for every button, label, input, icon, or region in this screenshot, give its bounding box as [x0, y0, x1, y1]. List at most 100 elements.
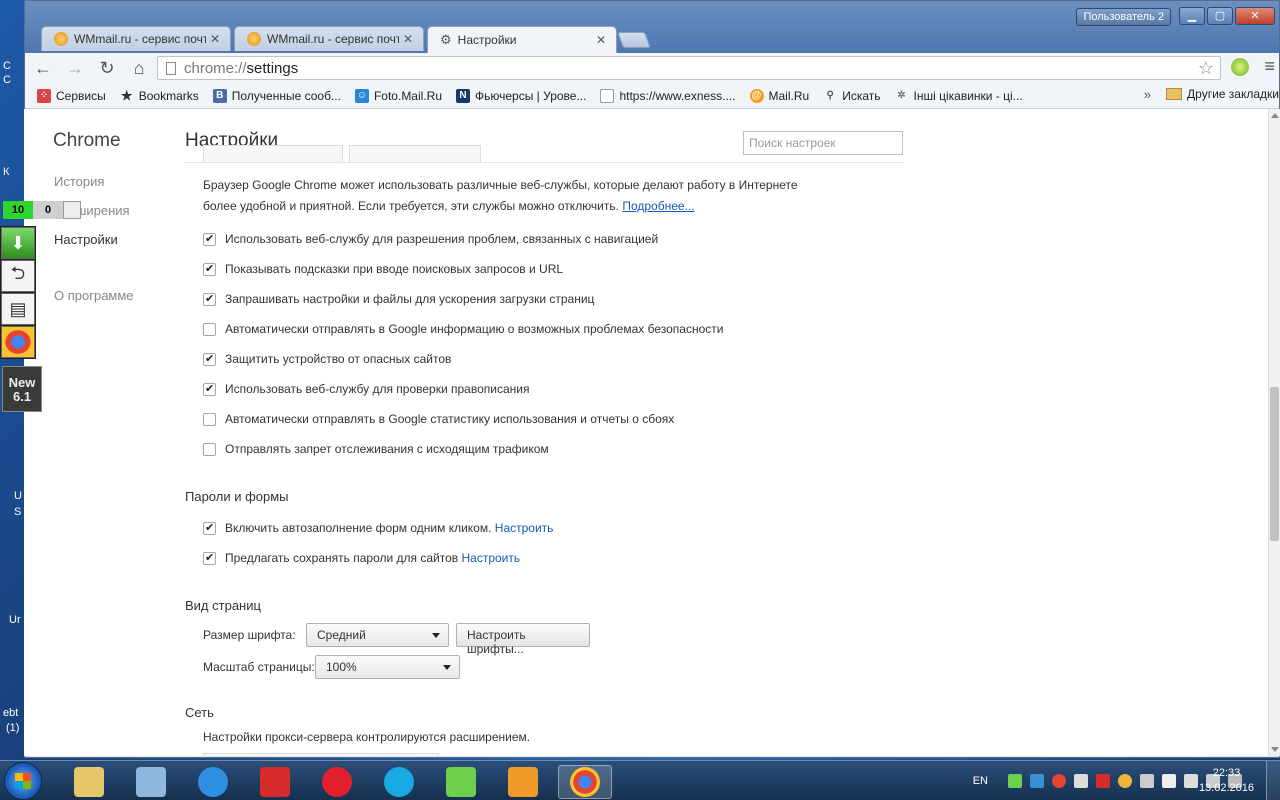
proxy-settings-button[interactable]	[203, 753, 439, 756]
display-icon[interactable]	[1074, 774, 1088, 788]
checkbox[interactable]	[203, 382, 216, 396]
opera-taskbar-button[interactable]	[310, 765, 364, 799]
privacy-option-safe-browsing[interactable]: Защитить устройство от опасных сайтов	[203, 352, 451, 366]
learn-more-link[interactable]: Подробнее...	[622, 199, 694, 213]
sidebar-item-settings[interactable]: Настройки	[54, 232, 118, 247]
bookmark-mailru[interactable]: @ Mail.Ru	[749, 88, 809, 103]
bookmark-other-stuff[interactable]: ✲ Інші цікавинки - ці...	[895, 89, 1022, 103]
ie-taskbar-button[interactable]	[186, 765, 240, 799]
page-zoom-select[interactable]: 100%	[315, 655, 460, 679]
chrome-taskbar-button[interactable]	[558, 765, 612, 799]
book-icon[interactable]: ▤	[1, 293, 35, 325]
volume-icon[interactable]	[1140, 774, 1154, 788]
menu-icon[interactable]: ≡	[1264, 56, 1275, 77]
sidebar-item-about[interactable]: О программе	[54, 288, 134, 303]
profile-button[interactable]: Пользователь 2	[1076, 8, 1171, 26]
windows-update-icon[interactable]	[1184, 774, 1198, 788]
emoji-icon[interactable]	[1118, 774, 1132, 788]
language-indicator[interactable]: EN	[973, 775, 988, 787]
bookmark-foto-mail[interactable]: ☺ Foto.Mail.Ru	[354, 88, 442, 103]
maximize-button[interactable]: ▢	[1207, 7, 1233, 25]
minimize-button[interactable]: ▁	[1179, 7, 1205, 25]
privacy-option-navigation[interactable]: Использовать веб-службу для разрешения п…	[203, 232, 658, 246]
download-arrow-icon	[446, 767, 476, 797]
bookmark-exness[interactable]: https://www.exness....	[600, 88, 736, 103]
privacy-option-prefetch[interactable]: Запрашивать настройки и файлы для ускоре…	[203, 292, 594, 306]
tab-wmmail-2[interactable]: WMmail.ru - сервис почто ✕	[234, 26, 424, 51]
show-desktop-button[interactable]	[1266, 761, 1280, 800]
sidebar-item-history[interactable]: История	[54, 174, 104, 189]
scroll-up-icon[interactable]	[1271, 113, 1279, 118]
scroll-down-icon[interactable]	[1271, 747, 1279, 752]
autofill-option[interactable]: Включить автозаполнение форм одним клико…	[203, 521, 553, 535]
privacy-option-do-not-track[interactable]: Отправлять запрет отслеживания с исходящ…	[203, 442, 549, 456]
content-settings-button[interactable]	[203, 145, 343, 163]
back-button[interactable]: ←	[29, 56, 57, 80]
forward-button[interactable]: →	[61, 56, 89, 80]
address-bar[interactable]: chrome://settings ☆	[157, 56, 1221, 80]
clock[interactable]: 22:33 13.02.2016	[1199, 766, 1254, 796]
chrome-icon[interactable]	[1, 326, 35, 358]
reload-button[interactable]: ↻	[93, 56, 121, 80]
checkbox[interactable]	[203, 412, 216, 426]
passwords-settings-link[interactable]: Настроить	[461, 551, 520, 565]
start-button[interactable]	[4, 762, 42, 800]
downloader-taskbar-button[interactable]	[434, 765, 488, 799]
close-tab-icon[interactable]: ✕	[403, 32, 413, 46]
book-reply-icon[interactable]: ⮌	[1, 260, 35, 292]
checkbox[interactable]	[203, 322, 216, 336]
bookmark-search[interactable]: ⚲ Искать	[823, 89, 881, 103]
download-arrow-icon[interactable]: ⬇	[1, 227, 35, 259]
control-panel-taskbar-button[interactable]	[124, 765, 178, 799]
customize-fonts-button[interactable]: Настроить шрифты...	[456, 623, 590, 656]
explorer-taskbar-button[interactable]	[62, 765, 116, 799]
privacy-option-spellcheck[interactable]: Использовать веб-службу для проверки пра…	[203, 382, 529, 396]
checkbox[interactable]	[203, 262, 216, 276]
tab-title: WMmail.ru - сервис почто	[74, 32, 206, 46]
antivirus-taskbar-button[interactable]	[248, 765, 302, 799]
shield-icon[interactable]	[1096, 774, 1110, 788]
chrome-icon[interactable]	[63, 201, 81, 219]
flag-icon[interactable]	[1162, 774, 1176, 788]
network-app-icon[interactable]	[1030, 774, 1044, 788]
home-button[interactable]: ⌂	[125, 56, 153, 80]
bookmark-apps[interactable]: ⁘ Сервисы	[37, 88, 106, 103]
shield-icon	[260, 767, 290, 797]
privacy-option-usage-stats[interactable]: Автоматически отправлять в Google статис…	[203, 412, 674, 426]
checkbox[interactable]	[203, 551, 216, 565]
close-window-button[interactable]: ✕	[1235, 7, 1275, 25]
checkbox[interactable]	[203, 521, 216, 535]
skype-taskbar-button[interactable]	[372, 765, 426, 799]
bookmark-futures[interactable]: N Фьючерсы | Урове...	[456, 88, 586, 103]
bookmark-bookmarks[interactable]: ★ Bookmarks	[120, 88, 199, 103]
tab-wmmail-1[interactable]: WMmail.ru - сервис почто ✕	[41, 26, 231, 51]
close-tab-icon[interactable]: ✕	[210, 32, 220, 46]
checkbox-label: Отправлять запрет отслеживания с исходящ…	[225, 442, 549, 456]
tab-settings[interactable]: ⚙ Настройки ✕	[427, 26, 617, 53]
bookmarks-overflow-button[interactable]: »	[1144, 87, 1151, 102]
checkbox[interactable]	[203, 442, 216, 456]
media-player-taskbar-button[interactable]	[496, 765, 550, 799]
checkbox[interactable]	[203, 352, 216, 366]
page-scrollbar[interactable]	[1268, 109, 1280, 756]
folder-icon	[74, 767, 104, 797]
download-arrow-icon[interactable]	[1008, 774, 1022, 788]
close-tab-icon[interactable]: ✕	[596, 33, 606, 47]
checkbox[interactable]	[203, 292, 216, 306]
other-bookmarks-folder[interactable]: Другие закладки	[1166, 87, 1279, 101]
autofill-settings-link[interactable]: Настроить	[495, 521, 554, 535]
search-settings-input[interactable]: Поиск настроек	[743, 131, 903, 155]
privacy-option-security-reports[interactable]: Автоматически отправлять в Google информ…	[203, 322, 723, 336]
scroll-thumb[interactable]	[1270, 387, 1279, 541]
bookmark-star-icon[interactable]: ☆	[1198, 58, 1214, 79]
extension-icon[interactable]	[1231, 58, 1249, 76]
font-size-select[interactable]: Средний	[306, 623, 449, 647]
new-version-badge[interactable]: New 6.1	[2, 366, 42, 412]
privacy-option-suggestions[interactable]: Показывать подсказки при вводе поисковых…	[203, 262, 563, 276]
clear-history-button[interactable]	[349, 145, 481, 163]
bookmark-vk[interactable]: B Полученные сооб...	[212, 88, 341, 103]
new-tab-button[interactable]	[617, 32, 651, 48]
chrome-icon[interactable]	[1052, 774, 1066, 788]
checkbox[interactable]	[203, 232, 216, 246]
save-passwords-option[interactable]: Предлагать сохранять пароли для сайтов Н…	[203, 551, 520, 565]
